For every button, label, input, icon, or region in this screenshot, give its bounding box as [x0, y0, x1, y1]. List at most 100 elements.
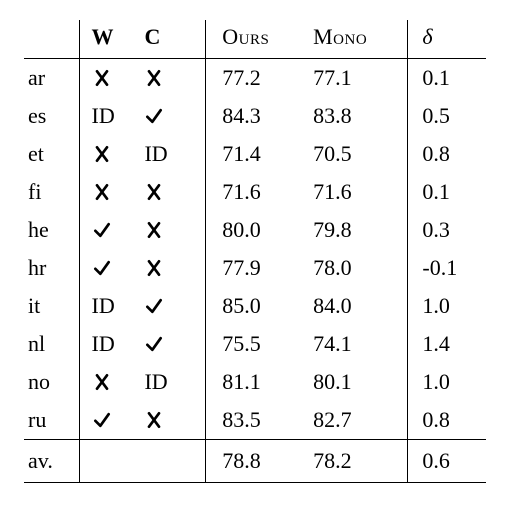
cell-w — [79, 59, 144, 98]
cell-delta: 0.1 — [408, 59, 486, 98]
cell-w: ID — [79, 325, 144, 363]
cross-icon — [144, 65, 164, 90]
cell-c — [144, 287, 205, 325]
cell-lang: nl — [24, 325, 79, 363]
cell-delta: 0.1 — [408, 173, 486, 211]
table-row: nl ID 75.574.11.4 — [24, 325, 486, 363]
cell-ours: 80.0 — [206, 211, 313, 249]
cell-lang: ar — [24, 59, 79, 98]
avg-mono: 78.2 — [313, 440, 408, 483]
cell-ours: 71.6 — [206, 173, 313, 211]
cell-ours: 84.3 — [206, 97, 313, 135]
cell-mono: 83.8 — [313, 97, 408, 135]
cell-mono: 84.0 — [313, 287, 408, 325]
cell-mono: 71.6 — [313, 173, 408, 211]
results-table: W C Ours Mono δ ar77.277.10.1esID84.383.… — [24, 20, 486, 483]
cell-delta: 0.3 — [408, 211, 486, 249]
cell-delta: 0.8 — [408, 401, 486, 440]
cell-ours: 75.5 — [206, 325, 313, 363]
check-icon — [92, 217, 112, 242]
check-icon — [92, 255, 112, 280]
table-row: etID71.470.50.8 — [24, 135, 486, 173]
cross-icon — [92, 65, 112, 90]
cell-lang: et — [24, 135, 79, 173]
cell-w: ID — [79, 287, 144, 325]
check-icon — [144, 331, 164, 356]
table-row: fi71.671.60.1 — [24, 173, 486, 211]
id-mark: ID — [92, 293, 115, 318]
cell-lang: es — [24, 97, 79, 135]
cross-icon — [144, 179, 164, 204]
cell-ours: 77.9 — [206, 249, 313, 287]
cell-c — [144, 173, 205, 211]
cell-mono: 82.7 — [313, 401, 408, 440]
cell-mono: 70.5 — [313, 135, 408, 173]
table-row: hr 77.978.0-0.1 — [24, 249, 486, 287]
cell-delta: -0.1 — [408, 249, 486, 287]
table-row: ru 83.582.70.8 — [24, 401, 486, 440]
avg-c — [144, 440, 205, 483]
cell-w — [79, 249, 144, 287]
avg-label: av. — [24, 440, 79, 483]
header-c: C — [144, 20, 205, 59]
header-w: W — [79, 20, 144, 59]
id-mark: ID — [144, 141, 167, 166]
table-row: es ID 84.383.80.5 — [24, 97, 486, 135]
id-mark: ID — [92, 103, 115, 128]
cross-icon — [92, 369, 112, 394]
table-row: no ID 81.180.11.0 — [24, 363, 486, 401]
cell-c — [144, 249, 205, 287]
header-ours: Ours — [206, 20, 313, 59]
cell-c — [144, 211, 205, 249]
cell-delta: 1.4 — [408, 325, 486, 363]
avg-delta: 0.6 — [408, 440, 486, 483]
check-icon — [92, 407, 112, 432]
cell-lang: he — [24, 211, 79, 249]
cell-mono: 74.1 — [313, 325, 408, 363]
cross-icon — [92, 141, 112, 166]
header-delta: δ — [408, 20, 486, 59]
check-icon — [144, 103, 164, 128]
header-blank — [24, 20, 79, 59]
table-row-average: av. 78.8 78.2 0.6 — [24, 440, 486, 483]
cell-c: ID — [144, 135, 205, 173]
cell-w — [79, 401, 144, 440]
cell-delta: 0.5 — [408, 97, 486, 135]
cell-lang: it — [24, 287, 79, 325]
cross-icon — [92, 179, 112, 204]
cross-icon — [144, 407, 164, 432]
avg-w — [79, 440, 144, 483]
cell-lang: fi — [24, 173, 79, 211]
cell-mono: 80.1 — [313, 363, 408, 401]
check-icon — [144, 293, 164, 318]
cell-w — [79, 173, 144, 211]
cross-icon — [144, 217, 164, 242]
cell-lang: ru — [24, 401, 79, 440]
cell-c — [144, 59, 205, 98]
cell-ours: 83.5 — [206, 401, 313, 440]
cell-delta: 1.0 — [408, 287, 486, 325]
cell-lang: no — [24, 363, 79, 401]
cell-delta: 0.8 — [408, 135, 486, 173]
cell-lang: hr — [24, 249, 79, 287]
cell-c — [144, 325, 205, 363]
table-row: he 80.079.80.3 — [24, 211, 486, 249]
id-mark: ID — [144, 369, 167, 394]
cell-ours: 81.1 — [206, 363, 313, 401]
cell-w — [79, 135, 144, 173]
cell-mono: 79.8 — [313, 211, 408, 249]
cross-icon — [144, 255, 164, 280]
cell-mono: 77.1 — [313, 59, 408, 98]
cell-c — [144, 401, 205, 440]
cell-ours: 85.0 — [206, 287, 313, 325]
cell-w — [79, 363, 144, 401]
table-row: ar 77.277.10.1 — [24, 59, 486, 98]
cell-mono: 78.0 — [313, 249, 408, 287]
cell-delta: 1.0 — [408, 363, 486, 401]
cell-c: ID — [144, 363, 205, 401]
cell-c — [144, 97, 205, 135]
table-row: it ID 85.084.01.0 — [24, 287, 486, 325]
cell-ours: 77.2 — [206, 59, 313, 98]
id-mark: ID — [92, 331, 115, 356]
avg-ours: 78.8 — [206, 440, 313, 483]
